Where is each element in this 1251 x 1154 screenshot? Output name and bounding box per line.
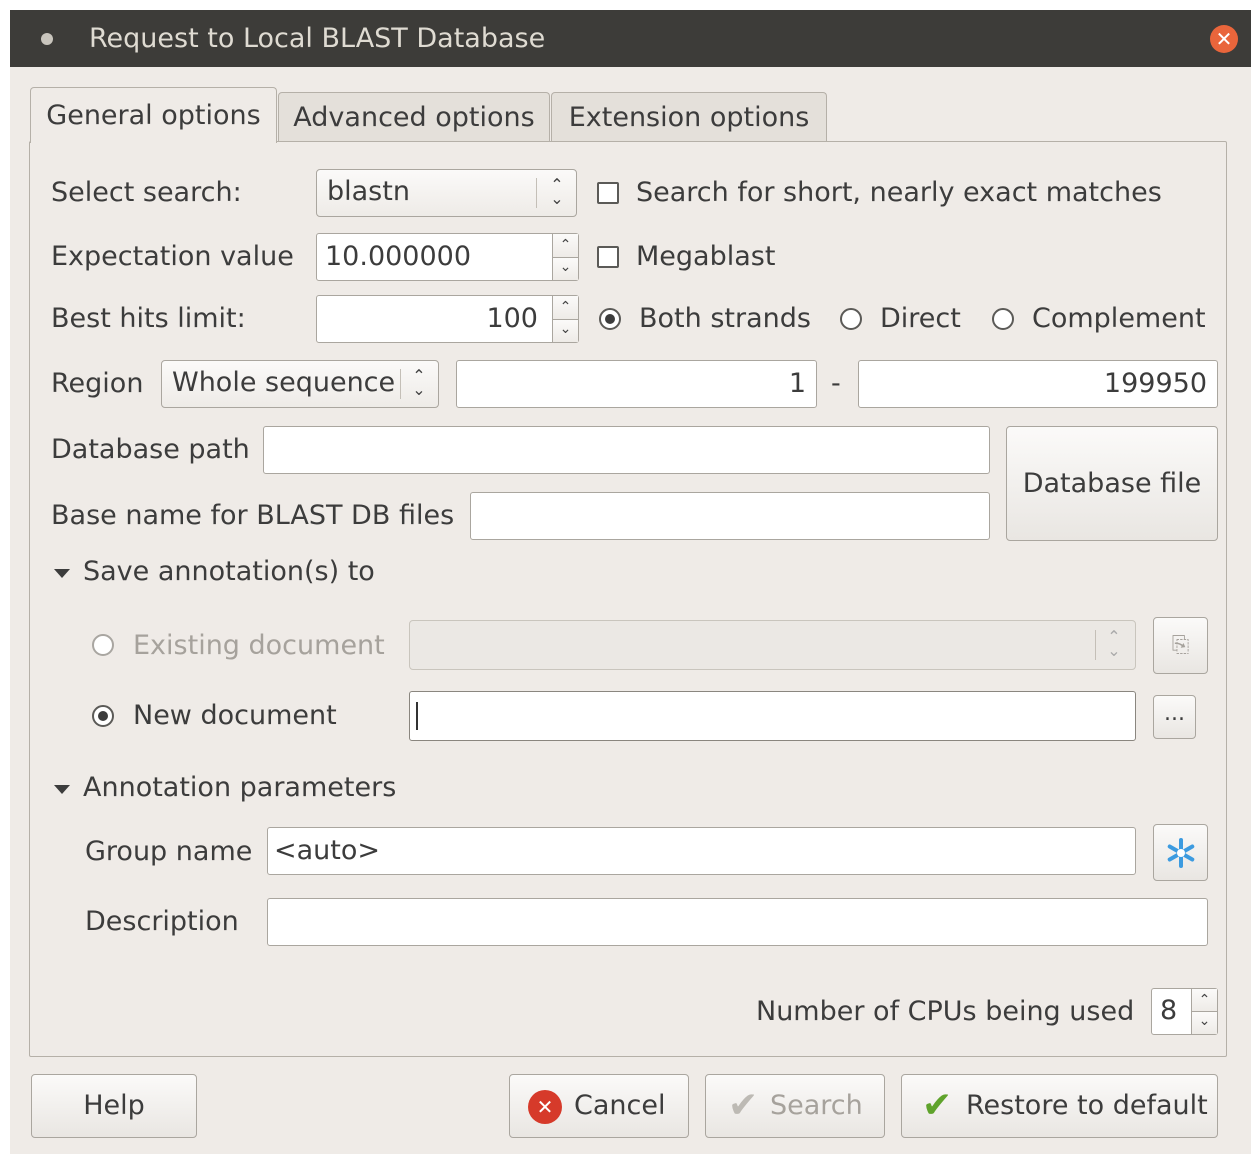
select-search-value: blastn — [327, 176, 410, 207]
dialog-body: General options Advanced options Extensi… — [10, 67, 1251, 1154]
group-name-input[interactable]: <auto> — [267, 827, 1136, 875]
new-document-input[interactable] — [409, 691, 1136, 741]
restore-default-button[interactable]: ✔ Restore to default — [901, 1074, 1218, 1138]
both-strands-label: Both strands — [639, 303, 811, 334]
expectation-label: Expectation value — [51, 241, 294, 272]
cancel-icon: ✕ — [528, 1090, 562, 1124]
existing-document-label: Existing document — [133, 630, 385, 661]
both-strands-radio[interactable] — [599, 308, 621, 330]
restore-default-label: Restore to default — [966, 1090, 1208, 1121]
group-name-value: <auto> — [274, 835, 381, 866]
check-icon: ✔ — [728, 1085, 759, 1126]
save-annotations-header[interactable]: Save annotation(s) to — [83, 553, 375, 591]
existing-document-radio[interactable] — [92, 634, 114, 656]
close-icon[interactable]: ✕ — [1210, 25, 1238, 53]
updown-icon: ⌃ ⌄ — [1107, 627, 1121, 660]
combo-separator — [536, 178, 537, 208]
best-hits-label: Best hits limit: — [51, 303, 246, 334]
megablast-label: Megablast — [636, 241, 776, 272]
spin-up-icon[interactable]: ⌃ — [552, 296, 578, 319]
window-title: Request to Local BLAST Database — [89, 23, 546, 54]
select-search-combo[interactable]: blastn ⌃ ⌄ — [316, 169, 577, 217]
spin-up-icon[interactable]: ⌃ — [552, 234, 578, 257]
asterisk-icon — [1167, 838, 1195, 868]
base-name-label: Base name for BLAST DB files — [51, 500, 455, 531]
open-document-icon[interactable]: ⎘ — [1153, 617, 1208, 674]
search-label: Search — [770, 1090, 863, 1121]
direct-radio[interactable] — [840, 308, 862, 330]
spin-down-icon[interactable]: ⌄ — [552, 257, 578, 280]
spin-up-icon[interactable]: ⌃ — [1191, 989, 1217, 1011]
region-from-value: 1 — [788, 368, 806, 399]
region-mode-combo[interactable]: Whole sequence ⌃ ⌄ — [161, 360, 439, 408]
description-label: Description — [85, 906, 239, 937]
collapse-triangle-icon[interactable] — [54, 569, 70, 578]
annotation-parameters-header[interactable]: Annotation parameters — [83, 769, 396, 807]
new-document-radio[interactable] — [92, 705, 114, 727]
best-hits-spinbox[interactable]: 100 ⌃ ⌄ — [316, 295, 579, 343]
cpus-spinbox[interactable]: 8 ⌃ ⌄ — [1151, 988, 1218, 1035]
short-matches-checkbox[interactable] — [597, 182, 619, 204]
combo-separator — [1095, 630, 1096, 660]
browse-button[interactable]: ... — [1153, 695, 1196, 739]
database-path-input[interactable] — [263, 426, 990, 474]
group-name-label: Group name — [85, 836, 253, 867]
region-mode-value: Whole sequence — [172, 367, 396, 398]
tab-general-options[interactable]: General options — [30, 87, 277, 143]
short-matches-label: Search for short, nearly exact matches — [636, 177, 1162, 208]
best-hits-value: 100 — [486, 303, 538, 334]
complement-label: Complement — [1032, 303, 1206, 334]
region-label: Region — [51, 368, 144, 399]
updown-icon: ⌃ ⌄ — [550, 175, 564, 208]
spin-down-icon[interactable]: ⌄ — [552, 319, 578, 342]
complement-radio[interactable] — [992, 308, 1014, 330]
help-button[interactable]: Help — [31, 1074, 197, 1138]
existing-document-combo[interactable]: ⌃ ⌄ — [409, 620, 1136, 670]
expectation-value: 10.000000 — [325, 241, 472, 272]
search-button[interactable]: ✔ Search — [705, 1074, 885, 1138]
tab-extension-options[interactable]: Extension options — [551, 92, 827, 142]
combo-separator — [400, 369, 401, 399]
general-options-panel: Select search: blastn ⌃ ⌄ Search for shor… — [29, 141, 1227, 1057]
region-separator: - — [831, 368, 841, 399]
region-to-input[interactable]: 199950 — [858, 360, 1218, 408]
cpus-value: 8 — [1160, 995, 1178, 1026]
description-input[interactable] — [267, 898, 1208, 946]
window-menu-icon[interactable] — [41, 33, 53, 45]
title-bar: Request to Local BLAST Database ✕ — [10, 10, 1251, 67]
collapse-triangle-icon[interactable] — [54, 785, 70, 794]
base-name-input[interactable] — [470, 492, 990, 540]
text-cursor — [416, 702, 418, 730]
megablast-checkbox[interactable] — [597, 246, 619, 268]
select-search-label: Select search: — [51, 177, 242, 208]
direct-label: Direct — [880, 303, 961, 334]
region-from-input[interactable]: 1 — [456, 360, 817, 408]
cpus-label: Number of CPUs being used — [756, 996, 1135, 1027]
check-icon: ✔ — [922, 1085, 953, 1126]
tab-advanced-options[interactable]: Advanced options — [278, 92, 550, 142]
region-to-value: 199950 — [1103, 368, 1207, 399]
expectation-spinbox[interactable]: 10.000000 ⌃ ⌄ — [316, 233, 579, 281]
database-path-label: Database path — [51, 434, 250, 465]
cancel-button[interactable]: ✕ Cancel — [509, 1074, 689, 1138]
updown-icon: ⌃ ⌄ — [412, 366, 426, 399]
new-document-label: New document — [133, 700, 337, 731]
auto-name-button[interactable] — [1153, 824, 1208, 881]
database-file-button[interactable]: Database file — [1006, 426, 1218, 541]
cancel-label: Cancel — [574, 1090, 666, 1121]
spin-down-icon[interactable]: ⌄ — [1191, 1011, 1217, 1034]
